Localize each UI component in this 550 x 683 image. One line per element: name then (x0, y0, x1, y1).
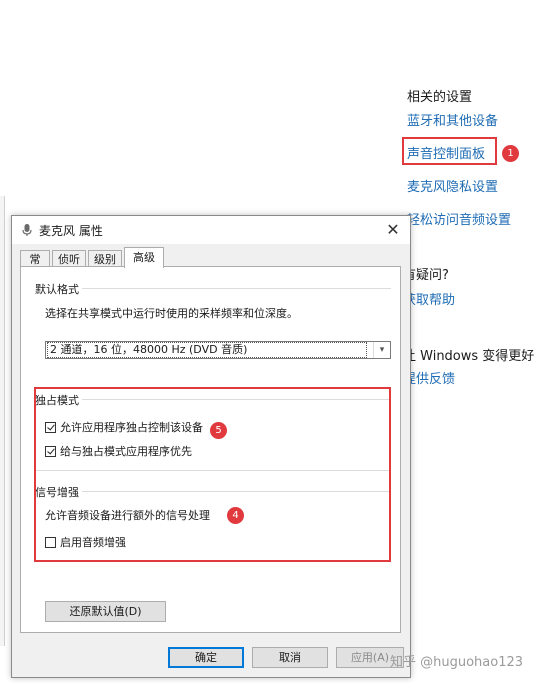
annotation-badge-1: 1 (502, 145, 519, 162)
restore-defaults-button[interactable]: 还原默认值(D) (45, 601, 166, 622)
cancel-button[interactable]: 取消 (252, 647, 328, 668)
bluetooth-devices-link[interactable]: 蓝牙和其他设备 (407, 110, 498, 129)
annotation-badge-5: 5 (210, 422, 227, 439)
chevron-down-icon: ▾ (373, 342, 390, 358)
default-format-description: 选择在共享模式中运行时使用的采样频率和位深度。 (45, 307, 298, 320)
microphone-properties-dialog: 麦克风 属性 ✕ 常规 侦听 级别 高级 默认格式 选择在共享模式中运行时使用的… (11, 215, 411, 678)
background-window-edge (0, 196, 5, 646)
mic-privacy-link[interactable]: 麦克风隐私设置 (407, 176, 498, 195)
tab-advanced[interactable]: 高级 (124, 247, 164, 268)
tab-levels[interactable]: 级别 (88, 250, 122, 267)
sample-rate-dropdown[interactable]: 2 通道，16 位，48000 Hz (DVD 音质) ▾ (45, 341, 391, 359)
tab-general[interactable]: 常规 (20, 250, 50, 283)
default-format-divider (35, 288, 391, 289)
related-settings-title: 相关的设置 (407, 90, 473, 105)
highlight-exclusive-enhancement (34, 387, 391, 562)
ease-of-access-audio-link[interactable]: 轻松访问音频设置 (407, 209, 511, 228)
close-button[interactable]: ✕ (380, 218, 406, 242)
dialog-titlebar[interactable]: 麦克风 属性 ✕ (12, 216, 410, 244)
ok-button[interactable]: 确定 (168, 647, 244, 668)
default-format-label: 默认格式 (35, 281, 82, 297)
tab-listen[interactable]: 侦听 (52, 250, 86, 267)
annotation-badge-4: 4 (227, 507, 244, 524)
microphone-icon (22, 224, 32, 236)
sample-rate-selected-value: 2 通道，16 位，48000 Hz (DVD 音质) (47, 342, 367, 358)
zhihu-watermark: 知乎 @huguohao123 (390, 655, 524, 670)
improve-windows-heading: 让 Windows 变得更好 (403, 349, 535, 364)
highlight-sound-control-panel (402, 137, 497, 165)
dialog-title: 麦克风 属性 (39, 224, 103, 238)
